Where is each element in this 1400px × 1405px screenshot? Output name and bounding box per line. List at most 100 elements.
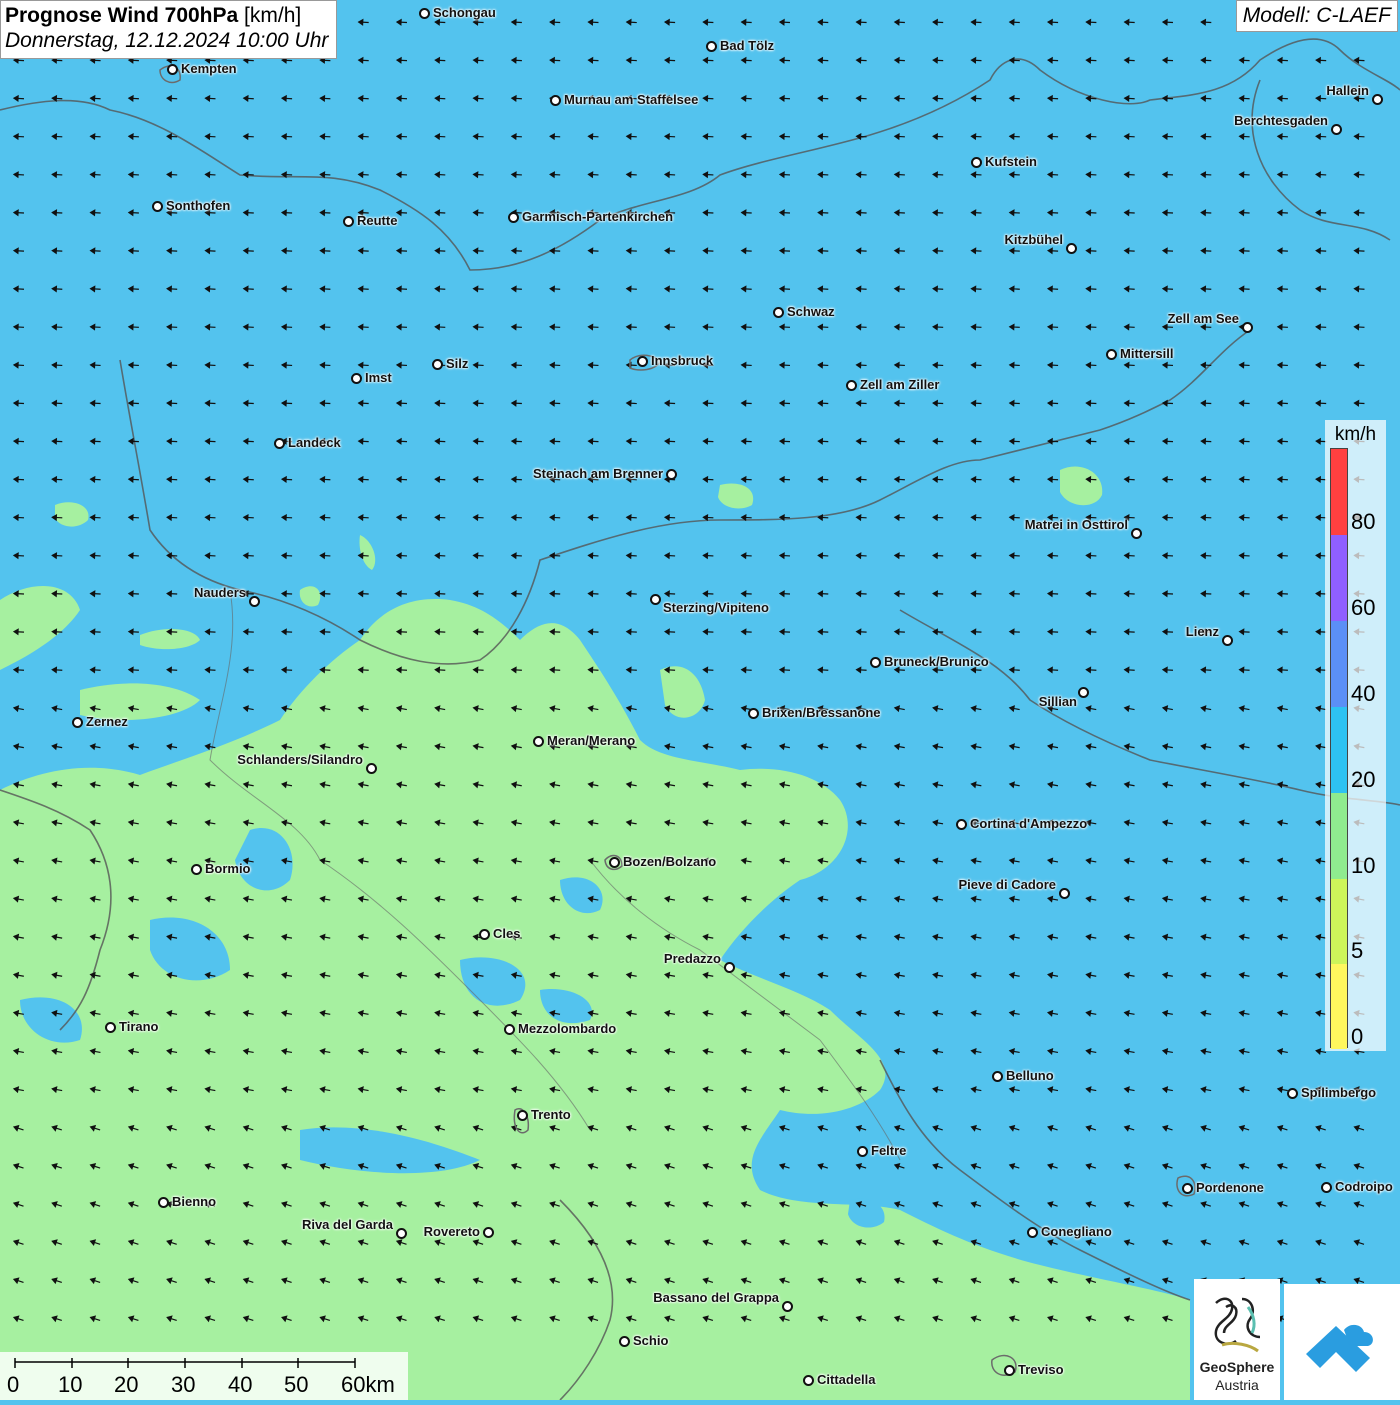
city-marker: [1106, 349, 1117, 360]
city-marker: [1182, 1183, 1193, 1194]
city-marker: [619, 1336, 630, 1347]
legend-colorbar: [1330, 448, 1348, 1049]
city-marker: [1004, 1365, 1015, 1376]
model-label: Modell: C-LAEF: [1235, 0, 1398, 32]
city-label: Cittadella: [817, 1372, 876, 1387]
city-marker: [72, 717, 83, 728]
city-label: Bormio: [205, 861, 251, 876]
scale-label-30: 30: [171, 1372, 196, 1397]
city-label: Rovereto: [423, 1224, 480, 1239]
legend-unit: km/h: [1334, 424, 1377, 445]
city-marker: [1027, 1227, 1038, 1238]
app-logo-icon: [1306, 1324, 1373, 1372]
app-logo: [1284, 1284, 1400, 1400]
city-marker: [956, 819, 967, 830]
city-marker: [782, 1301, 793, 1312]
city-label: Bozen/Bolzano: [623, 854, 717, 869]
city-marker: [1331, 124, 1342, 135]
scale-label-60km: 60km: [341, 1372, 395, 1397]
legend-label-60: 60: [1351, 595, 1376, 620]
city-label: Meran/Merano: [547, 733, 636, 748]
geosphere-name: GeoSphere: [1199, 1359, 1275, 1375]
city-label: Bruneck/Brunico: [884, 654, 989, 669]
city-marker: [748, 708, 759, 719]
city-label: Spilimbergo: [1301, 1085, 1377, 1100]
city-label: Sterzing/Vipiteno: [663, 600, 769, 615]
city-marker: [396, 1228, 407, 1239]
city-label: Innsbruck: [651, 353, 714, 368]
city-marker: [870, 657, 881, 668]
legend-label-40: 40: [1351, 681, 1376, 706]
city-label: Bad Tölz: [720, 38, 775, 53]
legend-seg-0: [1331, 964, 1347, 1049]
city-marker: [479, 929, 490, 940]
legend-label-80: 80: [1351, 509, 1376, 534]
scale-label-50: 50: [284, 1372, 309, 1397]
city-label: Zell am Ziller: [860, 377, 940, 392]
city-label: Hallein: [1326, 83, 1369, 98]
city-marker: [857, 1146, 868, 1157]
city-label: Predazzo: [663, 951, 721, 966]
color-legend: km/h 80 60 40 20 10 5 0: [1325, 420, 1386, 1051]
city-marker: [508, 212, 519, 223]
legend-label-5: 5: [1351, 938, 1364, 963]
city-label: Conegliano: [1041, 1224, 1112, 1239]
city-label: Tirano: [119, 1019, 159, 1034]
city-label: Cortina d'Ampezzo: [970, 816, 1088, 831]
legend-label-0: 0: [1351, 1024, 1364, 1049]
city-marker: [803, 1375, 814, 1386]
city-marker: [706, 41, 717, 52]
city-marker: [158, 1197, 169, 1208]
city-label: Pieve di Cadore: [958, 877, 1056, 892]
city-label: Lienz: [1185, 624, 1219, 639]
city-marker: [650, 594, 661, 605]
city-label: Garmisch-Partenkirchen: [522, 209, 674, 224]
city-label: Matrei in Osttirol: [1024, 517, 1128, 532]
legend-label-20: 20: [1351, 767, 1376, 792]
city-label: Berchtesgaden: [1234, 113, 1328, 128]
city-marker: [432, 359, 443, 370]
city-label: Zell am See: [1167, 311, 1239, 326]
city-label: Zernez: [86, 714, 128, 729]
city-marker: [351, 373, 362, 384]
map-title-box: Prognose Wind 700hPa [km/h] Donnerstag, …: [0, 0, 338, 59]
scale-label-40: 40: [228, 1372, 253, 1397]
city-marker: [846, 380, 857, 391]
map-title: Prognose Wind 700hPa [km/h]: [5, 4, 302, 27]
city-label: Reutte: [357, 213, 398, 228]
legend-seg-10: [1331, 793, 1347, 879]
city-marker: [366, 763, 377, 774]
city-marker: [550, 95, 561, 106]
city-marker: [1372, 94, 1383, 105]
scale-label-0: 0: [7, 1372, 20, 1397]
city-marker: [666, 469, 677, 480]
city-marker: [971, 157, 982, 168]
city-label: Murnau am Staffelsee: [564, 92, 699, 107]
city-label: Silz: [446, 356, 469, 371]
city-label: Trento: [531, 1107, 571, 1122]
city-label: Riva del Garda: [301, 1217, 393, 1232]
city-marker: [152, 201, 163, 212]
city-marker: [1059, 888, 1070, 899]
geosphere-country: Austria: [1215, 1377, 1259, 1393]
city-label: Belluno: [1006, 1068, 1054, 1083]
city-marker: [483, 1227, 494, 1238]
forecast-datetime: Donnerstag, 12.12.2024 10:00 Uhr: [5, 28, 329, 52]
city-label: Kitzbühel: [1004, 232, 1064, 247]
city-label: Mezzolombardo: [518, 1021, 617, 1036]
legend-seg-5: [1331, 879, 1347, 964]
city-marker: [724, 962, 735, 973]
city-label: Schio: [633, 1333, 669, 1348]
city-marker: [992, 1071, 1003, 1082]
city-marker: [1078, 687, 1089, 698]
city-marker: [637, 356, 648, 367]
city-marker: [609, 857, 620, 868]
city-marker: [517, 1110, 528, 1121]
geosphere-logo: GeoSphere Austria: [1194, 1279, 1280, 1400]
city-marker: [105, 1022, 116, 1033]
scale-bar: 0 10 20 30 40 50 60km: [0, 1352, 408, 1400]
city-marker: [191, 864, 202, 875]
city-marker: [167, 64, 178, 75]
scale-label-10: 10: [58, 1372, 83, 1397]
city-marker: [249, 596, 260, 607]
